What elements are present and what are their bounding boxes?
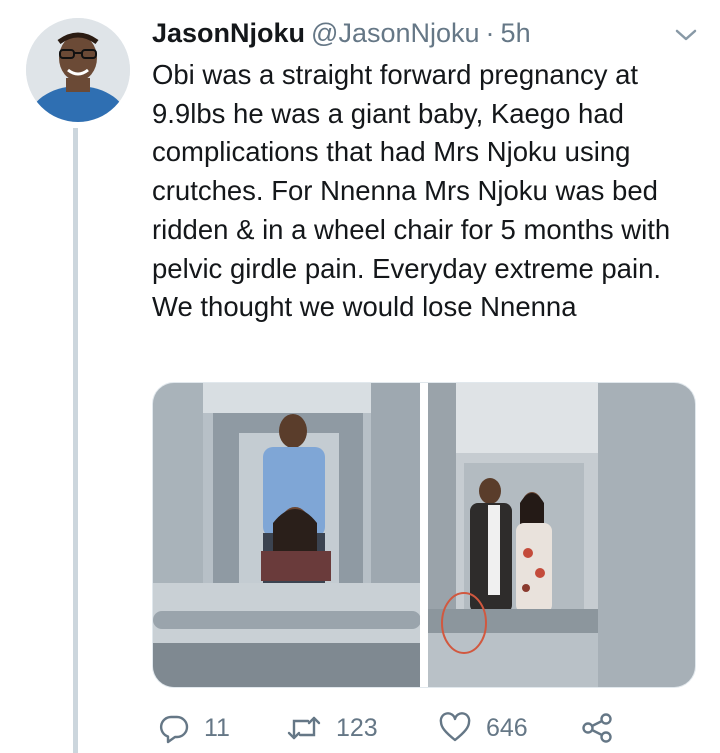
retweet-button[interactable]: 123 (286, 706, 378, 750)
tweet-actions: 11 123 646 (152, 706, 622, 750)
reply-icon (158, 712, 190, 744)
tweet-text: Obi was a straight forward pregnancy at … (152, 59, 671, 323)
separator-dot: · (485, 18, 495, 48)
like-count: 646 (486, 713, 528, 742)
photo-elevator-selfie-2[interactable] (428, 383, 695, 687)
heart-icon (438, 712, 472, 744)
like-button[interactable]: 646 (438, 706, 528, 750)
thread-line (73, 128, 78, 753)
chevron-down-icon[interactable] (674, 26, 698, 44)
tweet: JasonNjoku @JasonNjoku · 5h Obi was a st… (0, 0, 720, 753)
reply-count: 11 (204, 713, 230, 742)
retweet-icon (286, 712, 322, 744)
user-handle[interactable]: @JasonNjoku (311, 16, 480, 50)
share-button[interactable] (580, 706, 614, 750)
tweet-header: JasonNjoku @JasonNjoku · 5h (152, 16, 531, 50)
reply-button[interactable]: 11 (158, 706, 230, 750)
share-icon (580, 712, 614, 744)
display-name[interactable]: JasonNjoku (152, 16, 305, 50)
avatar[interactable] (26, 18, 130, 122)
media-grid (152, 382, 696, 688)
retweet-count: 123 (336, 713, 378, 742)
timestamp[interactable]: 5h (501, 16, 531, 50)
photo-elevator-selfie-1[interactable] (153, 383, 420, 687)
